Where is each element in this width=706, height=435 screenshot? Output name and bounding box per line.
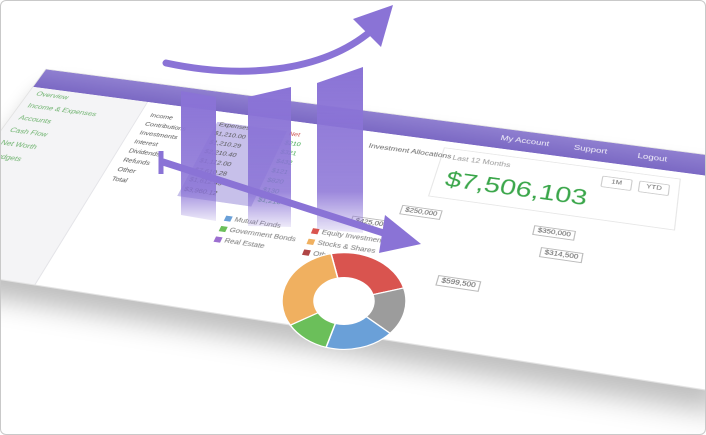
growth-arrow-icon (162, 5, 393, 75)
growth-bar-2 (248, 87, 291, 227)
image-frame: My Account Support Logout Overview Incom… (0, 0, 706, 435)
bar-chart-icon (181, 67, 363, 233)
growth-graphic (158, 5, 421, 253)
growth-bar-1 (181, 91, 216, 221)
growth-bar-3 (317, 67, 363, 233)
